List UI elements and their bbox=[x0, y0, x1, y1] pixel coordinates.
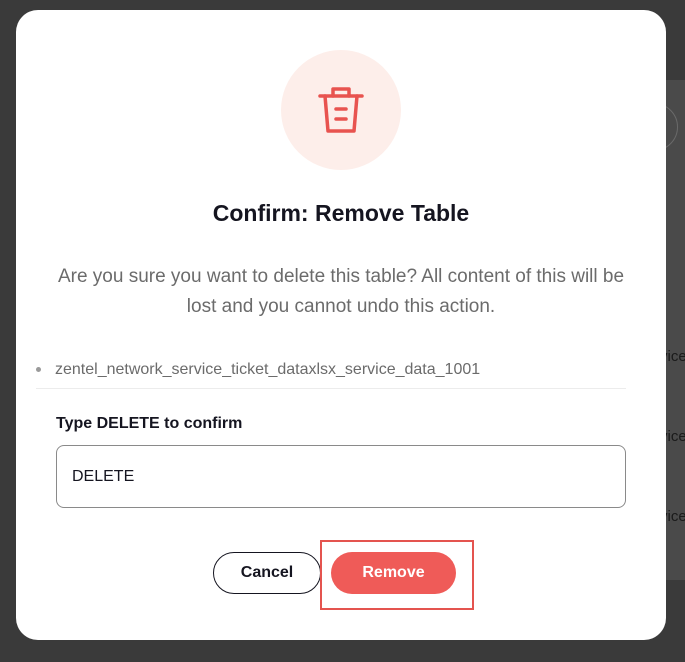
cancel-button[interactable]: Cancel bbox=[213, 552, 321, 594]
table-name: zentel_network_service_ticket_dataxlsx_s… bbox=[55, 360, 481, 378]
dialog-message: Are you sure you want to delete this tab… bbox=[57, 266, 625, 317]
dialog-title: Confirm: Remove Table bbox=[212, 200, 470, 226]
confirm-label: Type DELETE to confirm bbox=[56, 415, 243, 432]
confirm-input[interactable] bbox=[56, 445, 626, 508]
confirm-dialog: Confirm: Remove Table Are you sure you w… bbox=[16, 10, 666, 640]
trash-icon bbox=[318, 87, 364, 133]
bullet-icon bbox=[36, 367, 41, 372]
trash-icon-badge bbox=[281, 50, 401, 170]
list-item: zentel_network_service_ticket_dataxlsx_s… bbox=[36, 357, 626, 389]
remove-button[interactable]: Remove bbox=[331, 552, 456, 594]
